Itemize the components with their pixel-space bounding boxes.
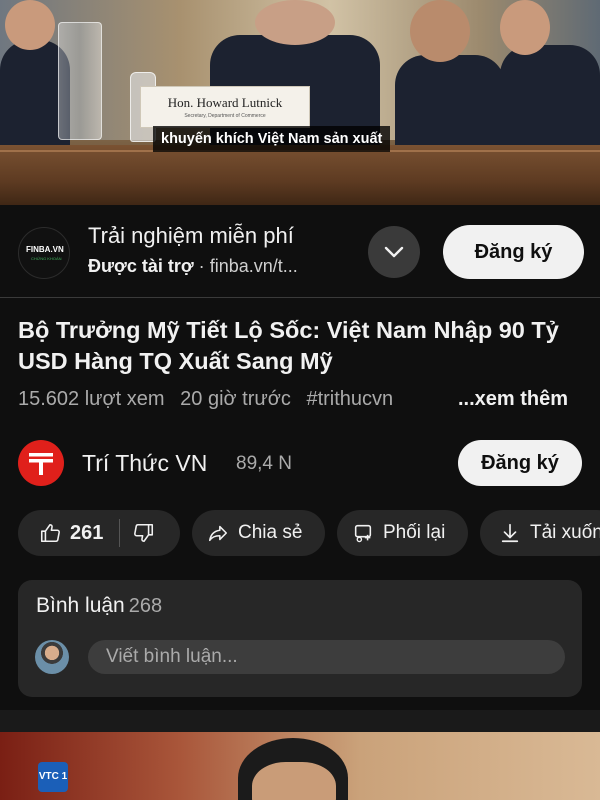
channel-name[interactable]: Trí Thức VN <box>82 450 207 477</box>
section-divider <box>0 710 600 732</box>
speaker-head <box>255 0 335 45</box>
video-stats[interactable]: 15.602 lượt xem 20 giờ trước #trithucvn … <box>18 388 578 411</box>
channel-avatar[interactable] <box>18 440 64 486</box>
person-left-head <box>5 0 55 50</box>
nameplate-name: Hon. Howard Lutnick <box>167 95 283 110</box>
channel-subscribe-button[interactable]: Đăng ký <box>458 440 582 486</box>
show-more-link[interactable]: ...xem thêm <box>453 388 568 411</box>
nameplate-title: Secretary, Department of Commerce <box>184 113 266 119</box>
person-far-right <box>500 45 600 150</box>
download-icon <box>498 521 522 545</box>
comments-label: Bình luận <box>36 594 125 617</box>
video-player[interactable]: Hon. Howard Lutnick Secretary, Departmen… <box>0 0 600 205</box>
ad-logo[interactable]: FINBA.VN CHỨNG KHOÁN <box>18 227 70 279</box>
download-label: Tải xuống <box>530 522 600 543</box>
user-avatar[interactable] <box>35 640 69 674</box>
share-icon <box>206 521 230 545</box>
nameplate: Hon. Howard Lutnick Secretary, Departmen… <box>140 86 310 128</box>
share-button[interactable]: Chia sẻ <box>192 510 325 556</box>
video-title[interactable]: Bộ Trưởng Mỹ Tiết Lộ Sốc: Việt Nam Nhập … <box>18 315 593 377</box>
water-pitcher <box>58 22 102 140</box>
hashtag[interactable]: #trithucvn <box>306 388 393 410</box>
comments-header: Bình luận 268 <box>36 594 162 618</box>
like-dislike-chip[interactable]: 261 <box>18 510 180 556</box>
like-icon[interactable] <box>38 521 62 545</box>
chevron-down-icon <box>384 246 404 258</box>
desk <box>0 145 600 205</box>
next-video-thumbnail[interactable]: VTC 1 <box>0 732 600 800</box>
comments-panel[interactable]: Bình luận 268 Viết bình luận... <box>18 580 582 697</box>
person-far-right-head <box>500 0 550 55</box>
thumbnail-person-face <box>252 762 336 800</box>
ad-meta: Được tài trợ · finba.vn/t... <box>88 256 358 277</box>
ad-dot: · <box>198 256 205 276</box>
ad-subscribe-button[interactable]: Đăng ký <box>443 225 584 279</box>
remix-label: Phối lại <box>383 522 446 543</box>
ad-title[interactable]: Trải nghiệm miễn phí <box>88 223 294 249</box>
comments-count: 268 <box>128 595 163 617</box>
ad-expand-button[interactable] <box>368 226 420 278</box>
video-caption: khuyến khích Việt Nam sản xuất <box>153 126 391 152</box>
channel-badge: VTC 1 <box>38 762 68 792</box>
ad-logo-text: FINBA.VN <box>26 245 64 254</box>
view-count: 15.602 lượt xem <box>18 388 165 410</box>
dislike-icon[interactable] <box>132 521 156 545</box>
person-right-head <box>410 0 470 62</box>
remix-icon <box>351 521 375 545</box>
share-label: Chia sẻ <box>238 522 303 543</box>
ad-sponsored-label: Được tài trợ <box>88 256 194 276</box>
upload-time: 20 giờ trước <box>180 388 291 410</box>
ad-logo-sub: CHỨNG KHOÁN <box>31 256 62 261</box>
channel-logo-icon <box>29 453 53 475</box>
ad-domain: finba.vn/t... <box>209 256 298 276</box>
like-count: 261 <box>70 521 104 544</box>
like-divider <box>119 519 121 547</box>
remix-button[interactable]: Phối lại <box>337 510 468 556</box>
comment-input[interactable]: Viết bình luận... <box>88 640 565 674</box>
channel-subscriber-count: 89,4 N <box>236 453 292 474</box>
person-right <box>395 55 505 150</box>
download-button[interactable]: Tải xuống <box>480 510 600 556</box>
